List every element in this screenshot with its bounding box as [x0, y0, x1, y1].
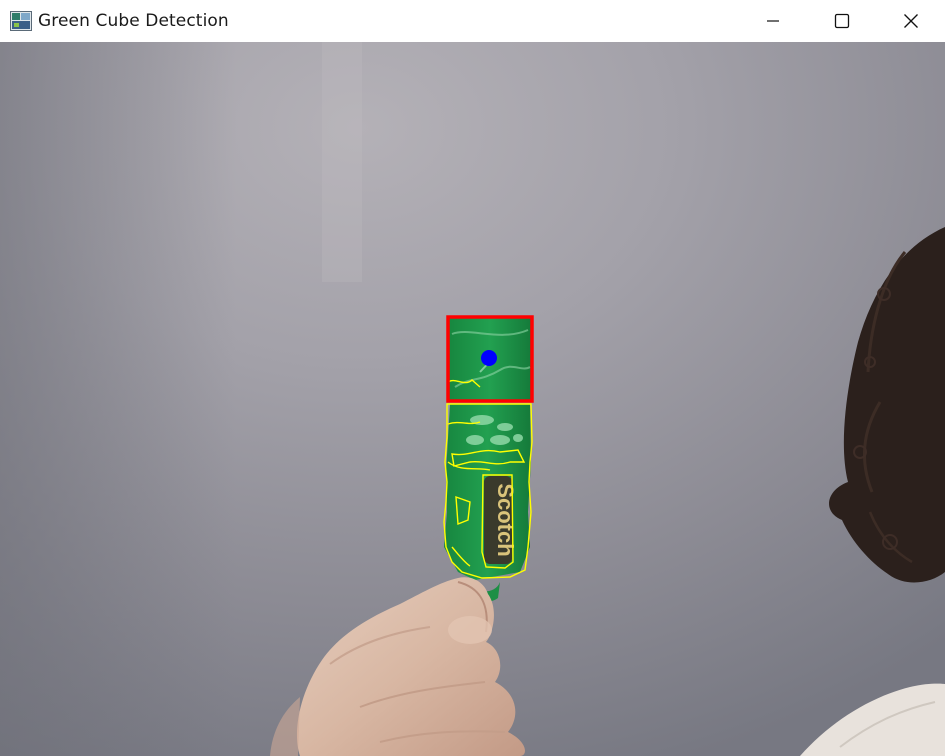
- window-controls: [738, 0, 945, 42]
- close-button[interactable]: [876, 0, 945, 42]
- maximize-icon: [834, 13, 849, 29]
- minimize-icon: [766, 20, 779, 22]
- app-window: Green Cube Detection Scotch: [0, 0, 945, 756]
- centroid-marker: [481, 350, 497, 366]
- title-bar[interactable]: Green Cube Detection: [0, 0, 945, 42]
- window-title: Green Cube Detection: [38, 11, 229, 31]
- minimize-button[interactable]: [738, 0, 807, 42]
- camera-image: Scotch: [0, 42, 945, 756]
- close-icon: [903, 14, 918, 28]
- opencv-window-icon: [10, 11, 32, 31]
- camera-frame: Scotch: [0, 42, 945, 756]
- scotch-label-text: Scotch: [493, 483, 518, 556]
- maximize-button[interactable]: [807, 0, 876, 42]
